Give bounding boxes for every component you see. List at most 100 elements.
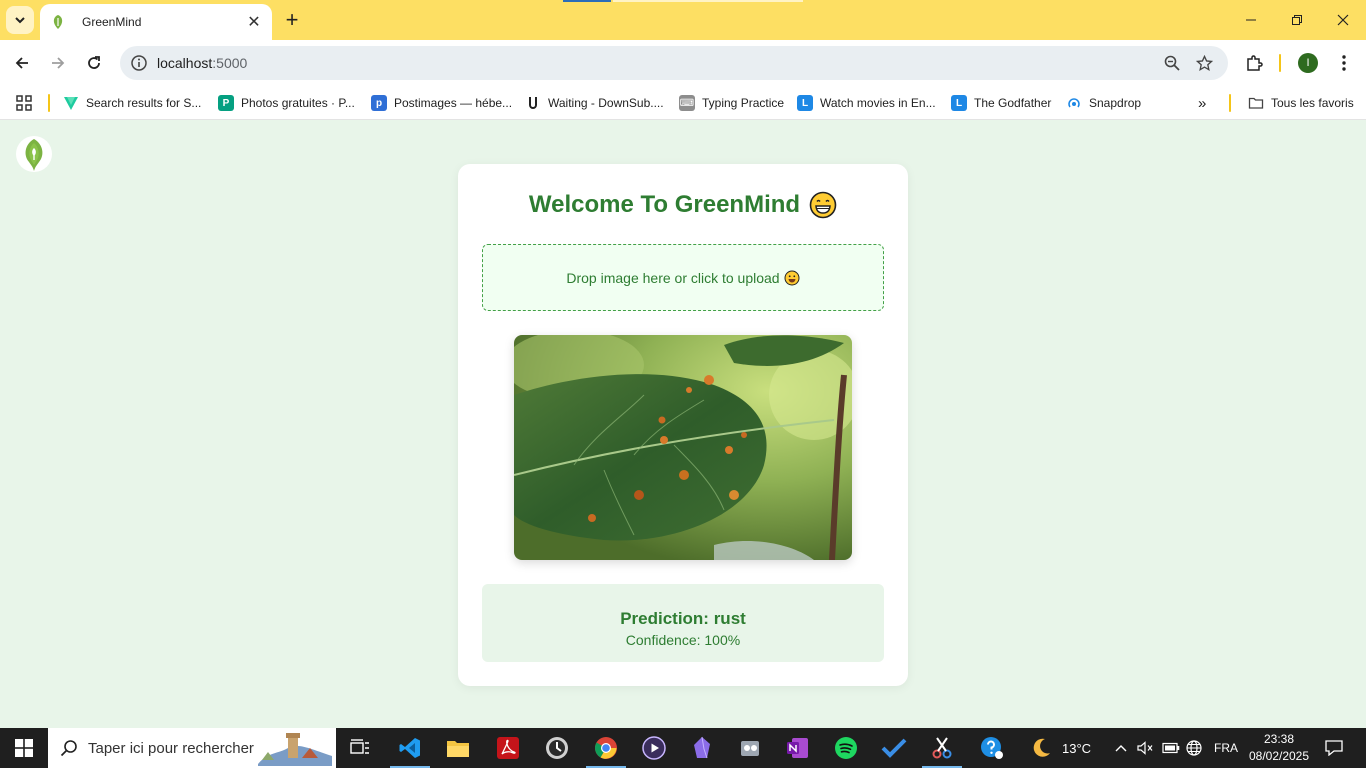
bookmark-item-5[interactable]: L Watch movies in En... [797, 91, 936, 115]
todo-taskbar-button[interactable] [870, 728, 918, 768]
title-bar-accent-light [613, 0, 803, 2]
battery-button[interactable] [1162, 728, 1180, 768]
all-bookmarks-button[interactable]: Tous les favoris [1248, 91, 1354, 115]
snip-sketch-taskbar-button[interactable] [918, 728, 966, 768]
get-help-taskbar-button[interactable] [968, 728, 1016, 768]
arrow-right-icon [52, 57, 65, 69]
bookmarks-bar: Search results for S... P Photos gratuit… [0, 86, 1366, 120]
bookmark-item-3[interactable]: Waiting - DownSub.... [525, 91, 664, 115]
address-bar[interactable]: localhost:5000 [120, 46, 1228, 80]
chrome-icon [595, 737, 617, 759]
close-tab-icon[interactable]: ✕ [246, 12, 262, 32]
file-explorer-taskbar-button[interactable] [434, 728, 482, 768]
browser-tab-greenmind[interactable]: GreenMind ✕ [40, 4, 272, 40]
spotify-taskbar-button[interactable] [822, 728, 870, 768]
media-player-icon [642, 736, 666, 760]
more-vertical-icon [1342, 55, 1346, 71]
page-title: Welcome To GreenMind [528, 191, 801, 218]
clock-app-icon [546, 737, 568, 759]
minimize-icon [1246, 19, 1256, 21]
apps-button[interactable] [16, 91, 32, 115]
greenmind-favicon-icon [53, 15, 63, 29]
bookmark-item-2[interactable]: p Postimages — hébe... [371, 91, 512, 115]
search-icon [60, 740, 77, 757]
url-port: :5000 [212, 55, 248, 71]
obsidian-icon [694, 736, 710, 759]
system-clock[interactable]: 23:38 08/02/2025 [1246, 731, 1312, 765]
snipping-tool-icon [741, 741, 759, 756]
double-chevron-right-icon: » [1198, 94, 1207, 112]
volume-button[interactable] [1137, 728, 1153, 768]
acrobat-taskbar-button[interactable] [484, 728, 532, 768]
search-highlight-illustration-icon [258, 733, 332, 766]
zoom-button[interactable] [1156, 46, 1188, 80]
volume-muted-icon [1137, 741, 1153, 755]
globe-icon [1186, 740, 1202, 756]
url-host: localhost [157, 55, 213, 71]
network-button[interactable] [1186, 728, 1202, 768]
weather-widget[interactable]: 13°C [1030, 728, 1091, 768]
chevron-up-icon [1115, 745, 1127, 752]
bookmarks-divider [48, 94, 50, 112]
obsidian-taskbar-button[interactable] [678, 728, 726, 768]
prediction-result-panel: Prediction: rust Confidence: 100% [482, 584, 884, 662]
more-bookmarks-button[interactable]: » [1198, 91, 1206, 115]
bookmark-item-4[interactable]: ⌨ Typing Practice [679, 91, 784, 115]
new-tab-button[interactable]: + [280, 7, 304, 32]
toolbar-divider [1279, 54, 1281, 72]
clock-app-taskbar-button[interactable] [533, 728, 581, 768]
browser-toolbar: localhost:5000 I [0, 40, 1366, 86]
bookmarks-divider [1229, 94, 1231, 112]
chevron-down-icon [15, 17, 25, 24]
bookmark-star-button[interactable] [1188, 46, 1220, 80]
chrome-taskbar-button[interactable] [582, 728, 630, 768]
moon-icon [1033, 738, 1050, 757]
snipping-tool-taskbar-button[interactable] [726, 728, 774, 768]
bookmark-item-1[interactable]: P Photos gratuites · P... [218, 91, 355, 115]
apps-grid-icon [16, 95, 32, 111]
upload-card: Welcome To GreenMind Drop image here or … [458, 164, 908, 686]
bookmark-item-6[interactable]: L The Godfather [951, 91, 1051, 115]
site-info-icon[interactable] [130, 54, 148, 72]
restore-button[interactable] [1274, 0, 1320, 40]
clock-date: 08/02/2025 [1248, 749, 1310, 763]
pexels-icon: P [218, 95, 234, 111]
minimize-button[interactable] [1228, 0, 1274, 40]
bookmark-label: Postimages — hébe... [394, 96, 513, 110]
grinning-face-icon [809, 191, 837, 219]
chrome-menu-button[interactable] [1330, 49, 1358, 77]
arrow-left-icon [15, 57, 28, 69]
image-dropzone[interactable]: Drop image here or click to upload [482, 244, 884, 311]
extensions-button[interactable] [1240, 49, 1268, 77]
notification-icon [1325, 740, 1343, 756]
prediction-text: Prediction: rust [620, 609, 746, 628]
taskbar-search-input[interactable]: Taper ici pour rechercher [48, 728, 336, 768]
bookmark-label: Snapdrop [1089, 96, 1142, 110]
greenmind-logo-icon [16, 136, 52, 172]
bookmark-label: The Godfather [974, 96, 1052, 110]
smiley-icon [784, 270, 800, 285]
typing-icon: ⌨ [679, 95, 695, 111]
vscode-taskbar-button[interactable] [386, 728, 434, 768]
title-bar-accent [563, 0, 611, 2]
media-player-taskbar-button[interactable] [630, 728, 678, 768]
bookmark-item-7[interactable]: Snapdrop [1066, 91, 1141, 115]
lookmovie-icon: L [797, 95, 813, 111]
reload-button[interactable] [80, 49, 108, 77]
bookmark-item-0[interactable]: Search results for S... [63, 91, 201, 115]
onenote-taskbar-button[interactable] [774, 728, 822, 768]
tab-search-button[interactable] [6, 6, 34, 34]
task-view-button[interactable] [336, 728, 384, 768]
vscode-icon [399, 738, 420, 758]
clock-time: 23:38 [1263, 732, 1295, 746]
start-button[interactable] [0, 728, 48, 768]
back-button[interactable] [8, 49, 36, 77]
bookmark-label: Waiting - DownSub.... [548, 96, 664, 110]
profile-button[interactable]: I [1294, 49, 1322, 77]
input-language-button[interactable]: FRA [1214, 728, 1238, 768]
show-hidden-icons-button[interactable] [1115, 728, 1127, 768]
bookmark-label: Typing Practice [702, 96, 785, 110]
close-window-button[interactable] [1320, 0, 1366, 40]
notifications-button[interactable] [1312, 728, 1356, 768]
forward-button[interactable] [44, 49, 72, 77]
